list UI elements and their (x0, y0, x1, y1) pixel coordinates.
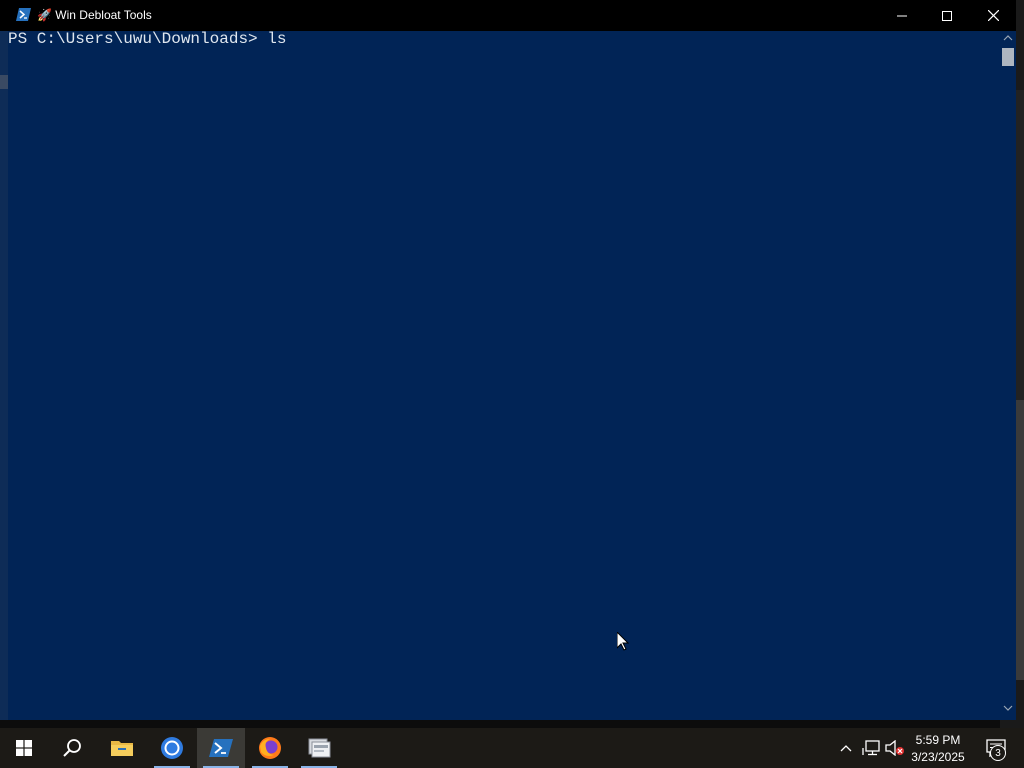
volume-muted-icon (885, 740, 904, 756)
taskbar-powershell[interactable] (197, 728, 245, 768)
minimize-icon (897, 15, 907, 16)
title-bar[interactable]: 🚀 Win Debloat Tools (0, 0, 1016, 31)
search-button[interactable] (48, 728, 96, 768)
window-title: 🚀 Win Debloat Tools (37, 8, 152, 22)
chevron-up-icon (840, 745, 852, 752)
app-window-icon (308, 738, 331, 758)
clock-date: 3/23/2025 (911, 750, 965, 764)
notification-count-badge: 3 (990, 745, 1006, 761)
network-icon (862, 740, 880, 756)
prompt-text: PS C:\Users\uwu\Downloads> (8, 30, 268, 48)
powershell-icon (16, 8, 31, 21)
windows-logo-icon (16, 740, 32, 756)
volume-button[interactable] (884, 728, 906, 768)
show-hidden-icons-button[interactable] (836, 728, 856, 768)
clock-time: 5:59 PM (915, 733, 961, 747)
close-icon (987, 10, 999, 21)
vertical-scrollbar[interactable] (1000, 31, 1016, 720)
console-area[interactable]: PS C:\Users\uwu\Downloads> ls (0, 31, 1000, 720)
scrollbar-thumb[interactable] (1002, 48, 1014, 66)
scroll-up-arrow-icon[interactable] (1003, 34, 1013, 42)
taskbar: 5:59 PM 3/23/2025 (0, 728, 1024, 768)
prompt-line: PS C:\Users\uwu\Downloads> ls (8, 31, 286, 47)
powershell-icon (209, 739, 233, 757)
folder-icon (111, 741, 133, 756)
desktop-background-band (1015, 400, 1024, 680)
taskbar-firefox[interactable] (246, 728, 294, 768)
powershell-window: 🚀 Win Debloat Tools PS C:\Users\uwu\Down… (0, 0, 1016, 720)
taskbar-chrome[interactable] (148, 728, 196, 768)
start-button[interactable] (0, 728, 48, 768)
maximize-button[interactable] (924, 0, 970, 31)
window-left-edge (0, 31, 8, 720)
taskbar-file-explorer[interactable] (98, 728, 146, 768)
taskbar-app[interactable] (295, 728, 343, 768)
clock[interactable]: 5:59 PM 3/23/2025 (906, 730, 970, 766)
maximize-icon (942, 10, 952, 21)
chrome-icon (161, 737, 183, 759)
minimize-button[interactable] (879, 0, 925, 31)
close-button[interactable] (970, 0, 1016, 31)
search-icon (63, 739, 81, 757)
mouse-pointer-icon (617, 632, 629, 651)
scroll-down-arrow-icon[interactable] (1003, 704, 1013, 712)
network-button[interactable] (860, 728, 882, 768)
window-left-edge-mark (0, 75, 8, 89)
firefox-icon (259, 737, 281, 759)
command-text: ls (267, 30, 287, 48)
